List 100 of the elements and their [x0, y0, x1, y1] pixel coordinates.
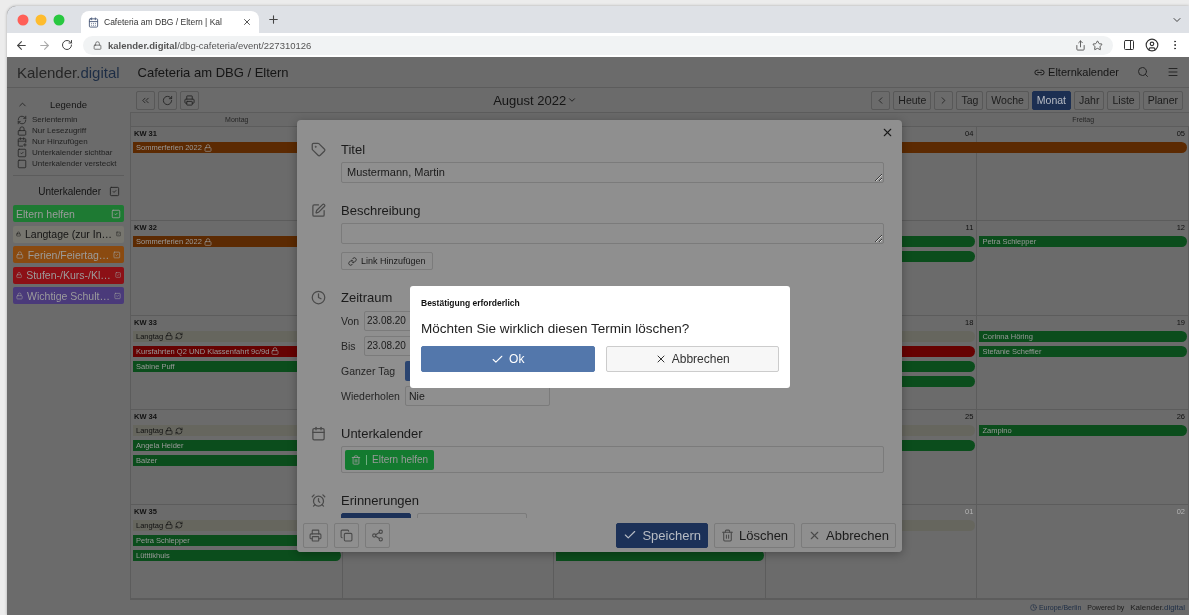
- subcalendar-field[interactable]: Eltern helfen: [341, 446, 884, 473]
- subcalendars-title: Unterkalender: [38, 185, 101, 197]
- lock-icon: [17, 125, 27, 136]
- calendar-icon: [311, 426, 326, 441]
- menu-icon[interactable]: [1167, 66, 1179, 78]
- print-button[interactable]: [303, 522, 328, 548]
- field-label: Erinnerungen: [341, 493, 420, 509]
- close-button[interactable]: [881, 126, 894, 139]
- back-icon[interactable]: [15, 38, 28, 52]
- refresh-icon: [175, 521, 184, 530]
- tag-icon: [311, 142, 326, 157]
- calendar-icon: [88, 16, 99, 28]
- edit-icon: [311, 203, 326, 218]
- side-panel-icon[interactable]: [1123, 39, 1135, 51]
- window-controls-icon: [17, 13, 67, 26]
- next-button[interactable]: [934, 90, 954, 110]
- field-label: Ganzer Tag: [341, 364, 397, 377]
- lock-icon: [165, 426, 174, 435]
- checkbox[interactable]: [113, 249, 121, 260]
- subcalendar-chip[interactable]: Eltern helfen: [345, 449, 435, 470]
- today-button[interactable]: Heute: [893, 90, 932, 110]
- trash-icon: [720, 528, 734, 542]
- title-field[interactable]: Mustermann, Martin: [341, 162, 884, 183]
- browser-tab[interactable]: Cafeteria am DBG / Eltern | Kal: [81, 11, 259, 33]
- address-bar[interactable]: kalender.digital/dbg-cafeteria/event/227310126: [83, 35, 1113, 55]
- lock-icon: [16, 229, 21, 239]
- subcalendar-item[interactable]: Eltern helfen: [13, 205, 124, 222]
- lock-icon: [203, 237, 212, 246]
- view-tab[interactable]: Planer: [1142, 90, 1183, 110]
- search-icon[interactable]: [1137, 66, 1149, 78]
- field-label: Titel: [341, 142, 366, 158]
- legend-item: Unterkalender versteckt: [13, 158, 124, 169]
- checkbox[interactable]: [111, 208, 121, 219]
- legend-title: Legende: [50, 98, 87, 110]
- delete-button[interactable]: Löschen: [713, 522, 796, 548]
- field-label: Unterkalender: [341, 426, 423, 442]
- refresh-icon: [162, 94, 173, 106]
- add-link-button[interactable]: Link Hinzufügen: [341, 252, 433, 270]
- view-tab[interactable]: Liste: [1107, 90, 1140, 110]
- checkbox[interactable]: [113, 290, 121, 301]
- lock-icon: [203, 143, 212, 152]
- legend-item: Nur Lesezugriff: [13, 125, 124, 136]
- subcalendar-item[interactable]: Stufen-/Kurs-/Kl…: [13, 266, 124, 284]
- lock-icon: [16, 249, 24, 260]
- save-button[interactable]: Speichern: [616, 522, 708, 548]
- collapse-sidebar-button[interactable]: [136, 90, 155, 110]
- close-icon: [881, 126, 894, 139]
- clock-icon: [1029, 604, 1037, 611]
- printer-icon: [309, 528, 322, 542]
- subcalendar-item[interactable]: Ferien/Feiertag…: [13, 246, 124, 263]
- calendar-title: Cafeteria am DBG / Eltern: [137, 64, 290, 80]
- description-field[interactable]: [341, 223, 884, 244]
- share-icon[interactable]: [1075, 39, 1086, 51]
- new-tab-icon[interactable]: [267, 13, 280, 26]
- calendar-link[interactable]: Elternkalender: [1034, 66, 1119, 78]
- forward-icon[interactable]: [38, 38, 51, 52]
- logo: Kalender.digital: [17, 63, 120, 81]
- field-label: Zeitraum: [341, 290, 393, 306]
- refresh-icon: [175, 426, 184, 435]
- close-icon[interactable]: [242, 17, 252, 27]
- star-icon[interactable]: [1092, 39, 1103, 51]
- dialog-title: Bestätigung erforderlich: [421, 298, 521, 308]
- alarm-clock-icon: [311, 493, 326, 508]
- lock-icon: [271, 347, 280, 356]
- refresh-button[interactable]: [158, 90, 177, 110]
- legend-item: Serientermin: [13, 114, 124, 125]
- field-label: Von: [341, 314, 361, 327]
- share-icon: [371, 528, 384, 542]
- check-icon: [623, 528, 638, 542]
- copy-button[interactable]: [334, 522, 359, 548]
- view-tab[interactable]: Woche: [986, 90, 1029, 110]
- month-picker[interactable]: August 2022: [493, 92, 578, 108]
- checkbox[interactable]: [109, 185, 120, 197]
- checked-box-icon: [17, 147, 27, 158]
- cancel-button[interactable]: Abbrechen: [605, 346, 779, 372]
- ok-button[interactable]: Ok: [421, 346, 595, 372]
- lock-icon: [93, 40, 102, 50]
- checkbox[interactable]: [114, 270, 121, 280]
- reload-icon[interactable]: [61, 39, 73, 51]
- field-label: Wiederholen: [341, 389, 401, 402]
- lock-icon: [16, 270, 23, 280]
- field-label: Beschreibung: [341, 203, 421, 219]
- previous-button[interactable]: [871, 90, 891, 110]
- view-tab[interactable]: Jahr: [1074, 90, 1105, 110]
- footer-logo[interactable]: Kalender.digital: [1130, 603, 1185, 612]
- view-tab[interactable]: Monat: [1031, 90, 1071, 110]
- refresh-icon: [17, 114, 27, 125]
- refresh-icon: [175, 332, 184, 341]
- avatar-icon[interactable]: [1145, 38, 1159, 52]
- view-tab[interactable]: Tag: [956, 90, 984, 110]
- cancel-button[interactable]: Abbrechen: [801, 522, 896, 548]
- trash-icon[interactable]: [351, 454, 361, 465]
- subcalendar-item[interactable]: Wichtige Schult…: [13, 287, 124, 304]
- legend-item: Unterkalender sichtbar: [13, 147, 124, 158]
- empty-box-icon: [17, 158, 27, 169]
- checkbox[interactable]: [116, 229, 121, 239]
- legend-item: Nur Hinzufügen: [13, 136, 124, 147]
- print-button[interactable]: [180, 90, 199, 110]
- subcalendar-item[interactable]: Langtage (zur In…: [13, 225, 124, 243]
- share-button[interactable]: [365, 522, 390, 548]
